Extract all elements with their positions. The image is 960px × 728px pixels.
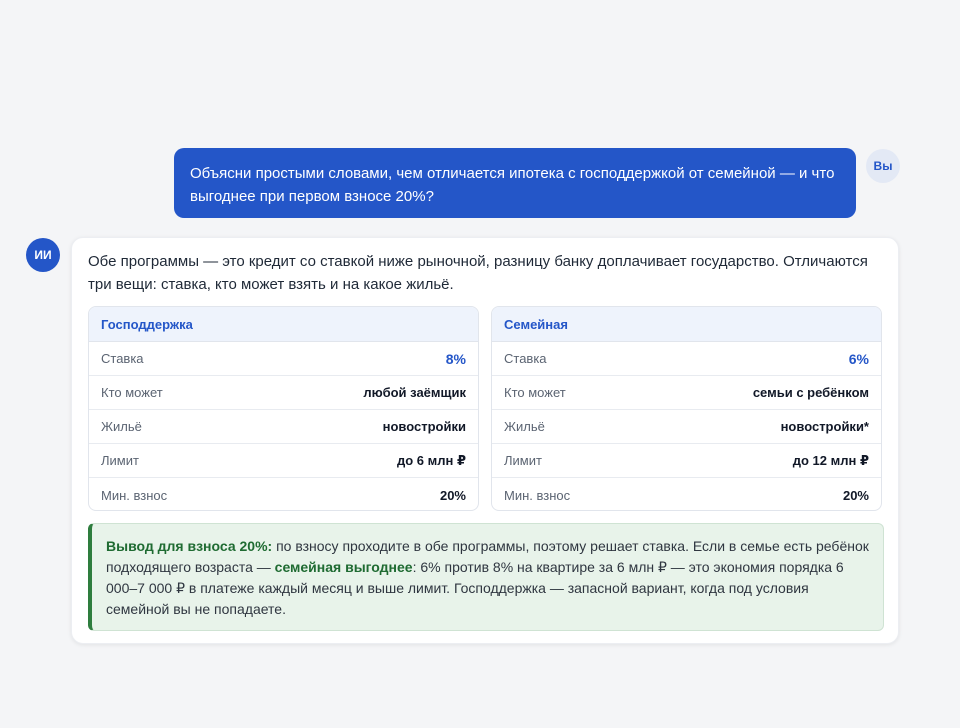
row-label: Кто может [101, 385, 163, 400]
user-avatar-label: Вы [873, 159, 893, 173]
row-label: Ставка [101, 351, 144, 366]
row-label: Кто может [504, 385, 566, 400]
row-value: любой заёмщик [363, 385, 466, 400]
table-row: Ставка 8% [89, 342, 478, 376]
table-row: Лимит до 12 млн ₽ [492, 444, 881, 478]
table-row: Жильё новостройки* [492, 410, 881, 444]
table-row: Жильё новостройки [89, 410, 478, 444]
user-avatar: Вы [866, 149, 900, 183]
user-message: Объясни простыми словами, чем отличается… [174, 148, 856, 218]
row-value: 6% [848, 350, 869, 367]
table-row: Мин. взнос 20% [89, 478, 478, 510]
panel-title: Семейная [492, 307, 881, 342]
row-value: 20% [439, 487, 466, 503]
row-value: семьи с ребёнком [752, 385, 869, 400]
row-value: до 12 млн ₽ [792, 452, 869, 468]
row-value: до 6 млн ₽ [396, 452, 466, 468]
assistant-message: Обе программы — это кредит со ставкой ни… [71, 237, 899, 644]
table-row: Кто может семьи с ребёнком [492, 376, 881, 410]
row-label: Жильё [504, 419, 545, 434]
row-value: новостройки [382, 419, 466, 434]
assistant-intro-text: Обе программы — это кредит со ставкой ни… [88, 253, 868, 293]
assistant-avatar: ИИ [26, 238, 60, 272]
chat-thread: Объясни простыми словами, чем отличается… [0, 0, 960, 728]
row-value: 20% [842, 487, 869, 503]
row-value: новостройки* [780, 419, 869, 434]
row-label: Лимит [504, 453, 542, 468]
panel-title: Господдержка [89, 307, 478, 342]
user-message-text: Объясни простыми словами, чем отличается… [190, 165, 835, 205]
row-label: Мин. взнос [504, 487, 571, 503]
row-value: 8% [445, 350, 466, 367]
row-label: Лимит [101, 453, 139, 468]
table-row: Лимит до 6 млн ₽ [89, 444, 478, 478]
row-label: Ставка [504, 351, 547, 366]
conclusion-highlight: семейная выгоднее [274, 559, 413, 575]
table-row: Мин. взнос 20% [492, 478, 881, 510]
conclusion-lead: Вывод для взноса 20%: [106, 538, 273, 554]
table-row: Кто может любой заёмщик [89, 376, 478, 410]
assistant-avatar-label: ИИ [34, 248, 52, 262]
row-label: Мин. взнос [101, 487, 168, 503]
panel-gospodderzhka: Господдержка Ставка 8% Кто может любой з… [88, 306, 479, 511]
conclusion-callout: Вывод для взноса 20%: по взносу проходит… [88, 523, 884, 631]
row-label: Жильё [101, 419, 142, 434]
panel-semeynaya: Семейная Ставка 6% Кто может семьи с реб… [491, 306, 882, 511]
table-row: Ставка 6% [492, 342, 881, 376]
